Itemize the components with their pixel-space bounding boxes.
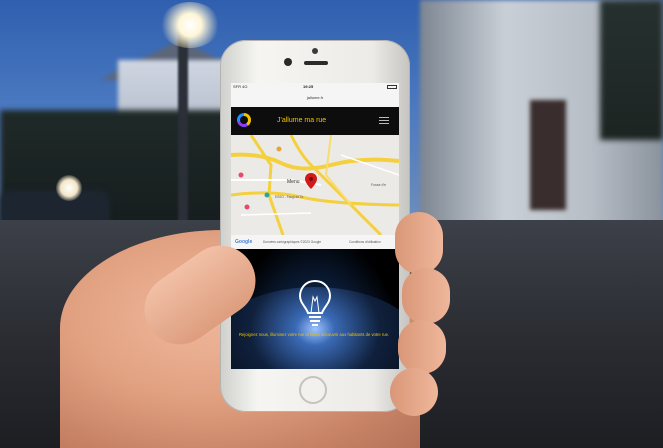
- map-label-right: Fosse d'e: [371, 183, 387, 187]
- app-header: J'allume ma rue: [231, 107, 399, 135]
- building-door: [530, 100, 566, 210]
- url-text: jallume.fr: [306, 95, 324, 100]
- status-time: 19:25: [303, 84, 314, 89]
- front-camera: [284, 58, 292, 66]
- finger-1: [395, 212, 443, 274]
- map-data-text[interactable]: Données cartographiques ©2023 Google: [263, 240, 321, 244]
- carrier-label: SFR 4G: [233, 84, 248, 89]
- app-logo-icon[interactable]: [237, 113, 251, 127]
- photo-scene: SFR 4G 19:25 jallume.fr J'allume ma rue: [0, 0, 663, 448]
- map-label-bottom: ESSO - Faugi du Ta: [275, 195, 304, 199]
- earpiece-speaker: [304, 61, 328, 65]
- hamburger-menu-icon[interactable]: [379, 117, 389, 125]
- finger-4: [390, 368, 438, 416]
- hero-section: Rejoignez nous, illuminez votre rue et f…: [231, 249, 399, 369]
- street-lamp-pole: [178, 30, 188, 230]
- proximity-sensor: [312, 48, 318, 54]
- app-title: J'allume ma rue: [277, 117, 327, 124]
- home-button[interactable]: [299, 376, 327, 404]
- street-lamp-light: [160, 2, 220, 48]
- smartphone: SFR 4G 19:25 jallume.fr J'allume ma rue: [220, 40, 410, 412]
- map-footer: Google Données cartographiques ©2023 Goo…: [231, 235, 399, 249]
- hero-text: Rejoignez nous, illuminez votre rue et f…: [239, 332, 390, 337]
- url-bar[interactable]: jallume.fr: [231, 93, 399, 107]
- status-bar: SFR 4G 19:25: [231, 83, 399, 93]
- map-view[interactable]: Menu Fosse d'e ESSO - Faugi du Ta: [231, 134, 399, 237]
- finger-2: [402, 268, 450, 324]
- battery-icon: [387, 85, 397, 89]
- tree: [600, 0, 663, 140]
- distant-light: [56, 175, 82, 201]
- map-label-center: Menu: [287, 179, 300, 185]
- google-logo: Google: [235, 239, 253, 245]
- phone-screen: SFR 4G 19:25 jallume.fr J'allume ma rue: [231, 83, 399, 369]
- finger-3: [398, 320, 446, 374]
- lightbulb-icon: [298, 279, 332, 326]
- map-conditions-link[interactable]: Conditions d'utilisation: [349, 240, 381, 244]
